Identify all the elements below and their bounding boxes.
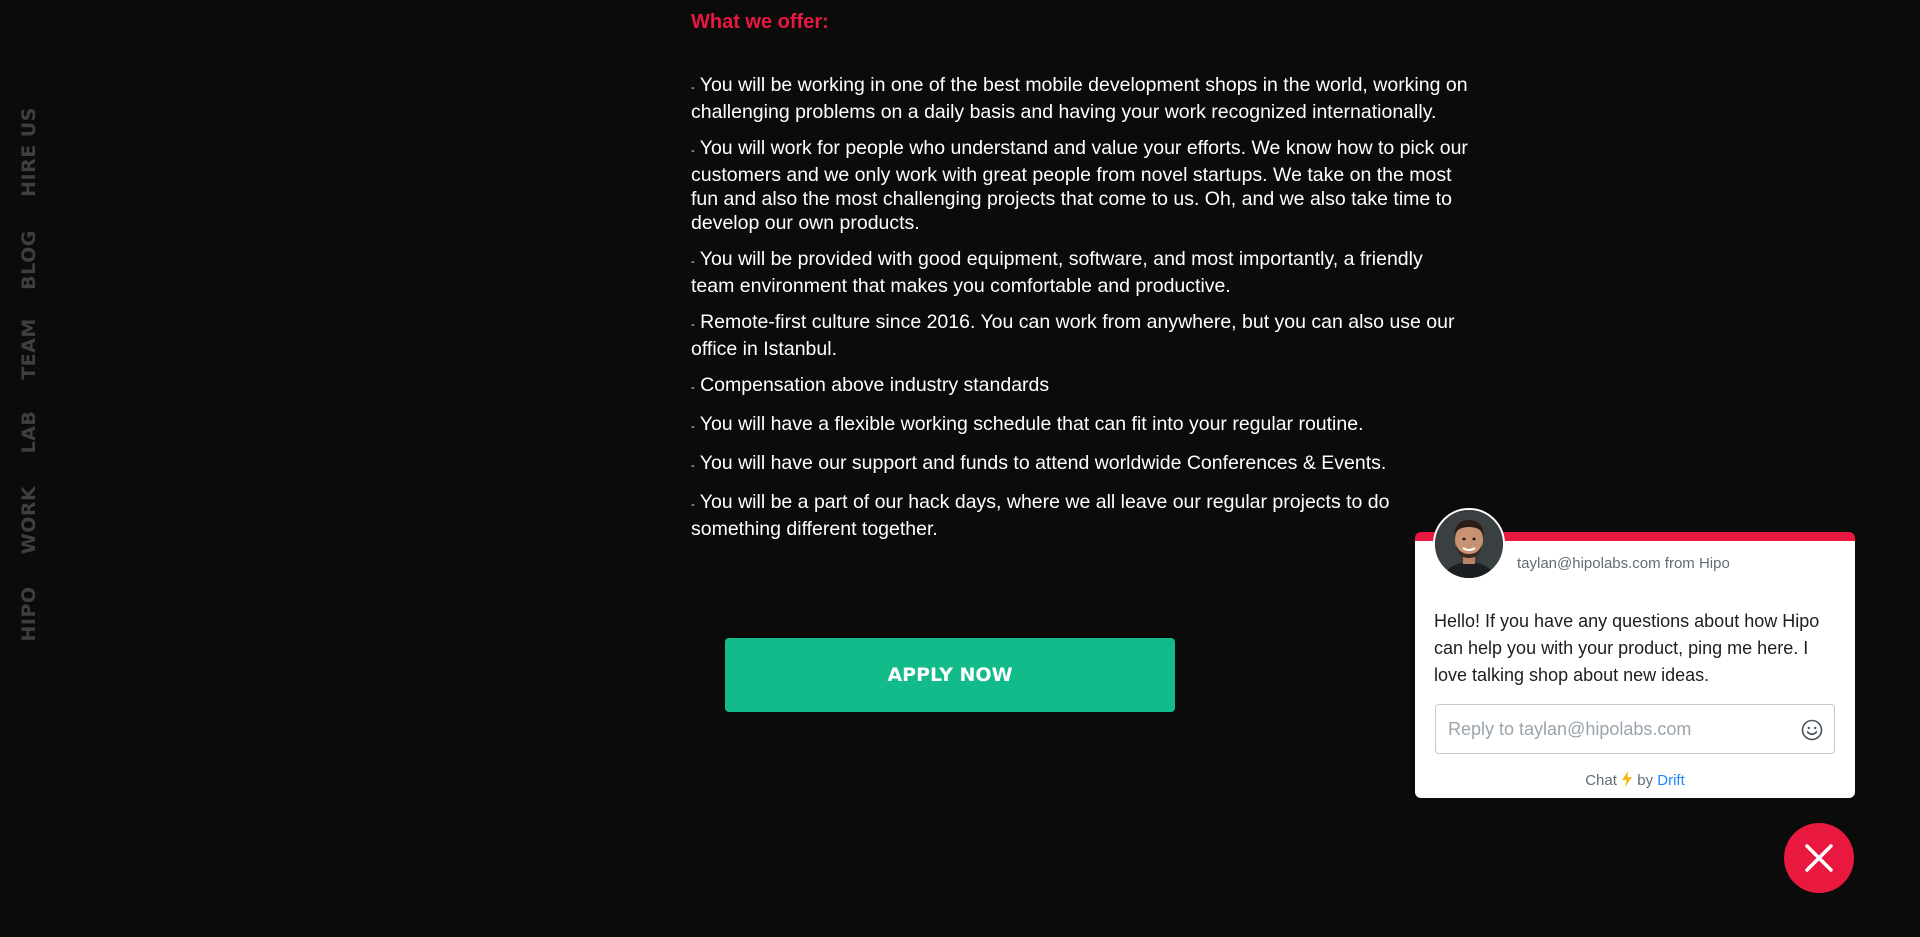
bullet-dash: -	[691, 145, 695, 157]
chat-footer-chat: Chat	[1585, 772, 1617, 789]
chat-footer: Chat by Drift	[1415, 771, 1855, 789]
offer-item: - You will work for people who understan…	[691, 136, 1471, 235]
nav-item-hipo[interactable]: HIPO	[18, 586, 40, 641]
chat-message: Hello! If you have any questions about h…	[1434, 611, 1820, 685]
offer-item-text: You will be working in one of the best m…	[691, 74, 1468, 123]
bullet-dash: -	[691, 499, 695, 511]
offer-item-text: You will be a part of our hack days, whe…	[691, 491, 1390, 540]
bullet-dash: -	[691, 82, 695, 94]
offer-item-text: You will have our support and funds to a…	[699, 452, 1387, 474]
chat-reply-box[interactable]	[1435, 704, 1835, 754]
side-navigation: HIRE US BLOG TEAM LAB WORK HIPO	[0, 0, 60, 937]
nav-item-blog[interactable]: BLOG	[18, 230, 40, 290]
offer-item: - You will be a part of our hack days, w…	[691, 490, 1471, 541]
bullet-dash: -	[691, 460, 695, 472]
offer-list: - You will be working in one of the best…	[691, 73, 1471, 541]
chat-footer-by: by	[1637, 772, 1654, 789]
bullet-dash: -	[691, 382, 695, 394]
close-chat-button[interactable]	[1784, 823, 1854, 893]
offer-item: - Remote-first culture since 2016. You c…	[691, 310, 1471, 361]
offer-item-text: You will work for people who understand …	[691, 137, 1468, 234]
offer-section: What we offer: - You will be working in …	[691, 10, 1471, 553]
nav-item-lab[interactable]: LAB	[18, 411, 40, 454]
offer-item: - Compensation above industry standards	[691, 373, 1471, 400]
chat-widget: taylan@hipolabs.com from Hipo Hello! If …	[1415, 508, 1855, 798]
offer-item-text: You will be provided with good equipment…	[691, 248, 1423, 297]
offer-item-text: You will have a flexible working schedul…	[699, 413, 1364, 435]
avatar-image	[1435, 510, 1503, 578]
chat-sender: taylan@hipolabs.com from Hipo	[1517, 555, 1730, 572]
close-icon	[1805, 844, 1833, 872]
nav-item-team[interactable]: TEAM	[18, 318, 40, 380]
chat-reply-input[interactable]	[1448, 705, 1788, 753]
bullet-dash: -	[691, 421, 695, 433]
offer-item: - You will be working in one of the best…	[691, 73, 1471, 124]
nav-item-hire-us[interactable]: HIRE US	[18, 107, 40, 197]
offer-item-text: Compensation above industry standards	[700, 374, 1050, 396]
drift-link[interactable]: Drift	[1657, 772, 1685, 789]
offer-item: - You will have our support and funds to…	[691, 451, 1471, 478]
bullet-dash: -	[691, 256, 695, 268]
offer-item: - You will have a flexible working sched…	[691, 412, 1471, 439]
apply-now-button[interactable]: APPLY NOW	[725, 638, 1175, 712]
offer-item: - You will be provided with good equipme…	[691, 247, 1471, 298]
smiley-icon[interactable]	[1800, 718, 1824, 742]
offer-item-text: Remote-first culture since 2016. You can…	[691, 311, 1455, 360]
lightning-bolt-icon	[1622, 771, 1633, 787]
section-title: What we offer:	[691, 11, 829, 33]
nav-item-work[interactable]: WORK	[18, 486, 40, 554]
bullet-dash: -	[691, 319, 695, 331]
avatar	[1433, 508, 1505, 580]
